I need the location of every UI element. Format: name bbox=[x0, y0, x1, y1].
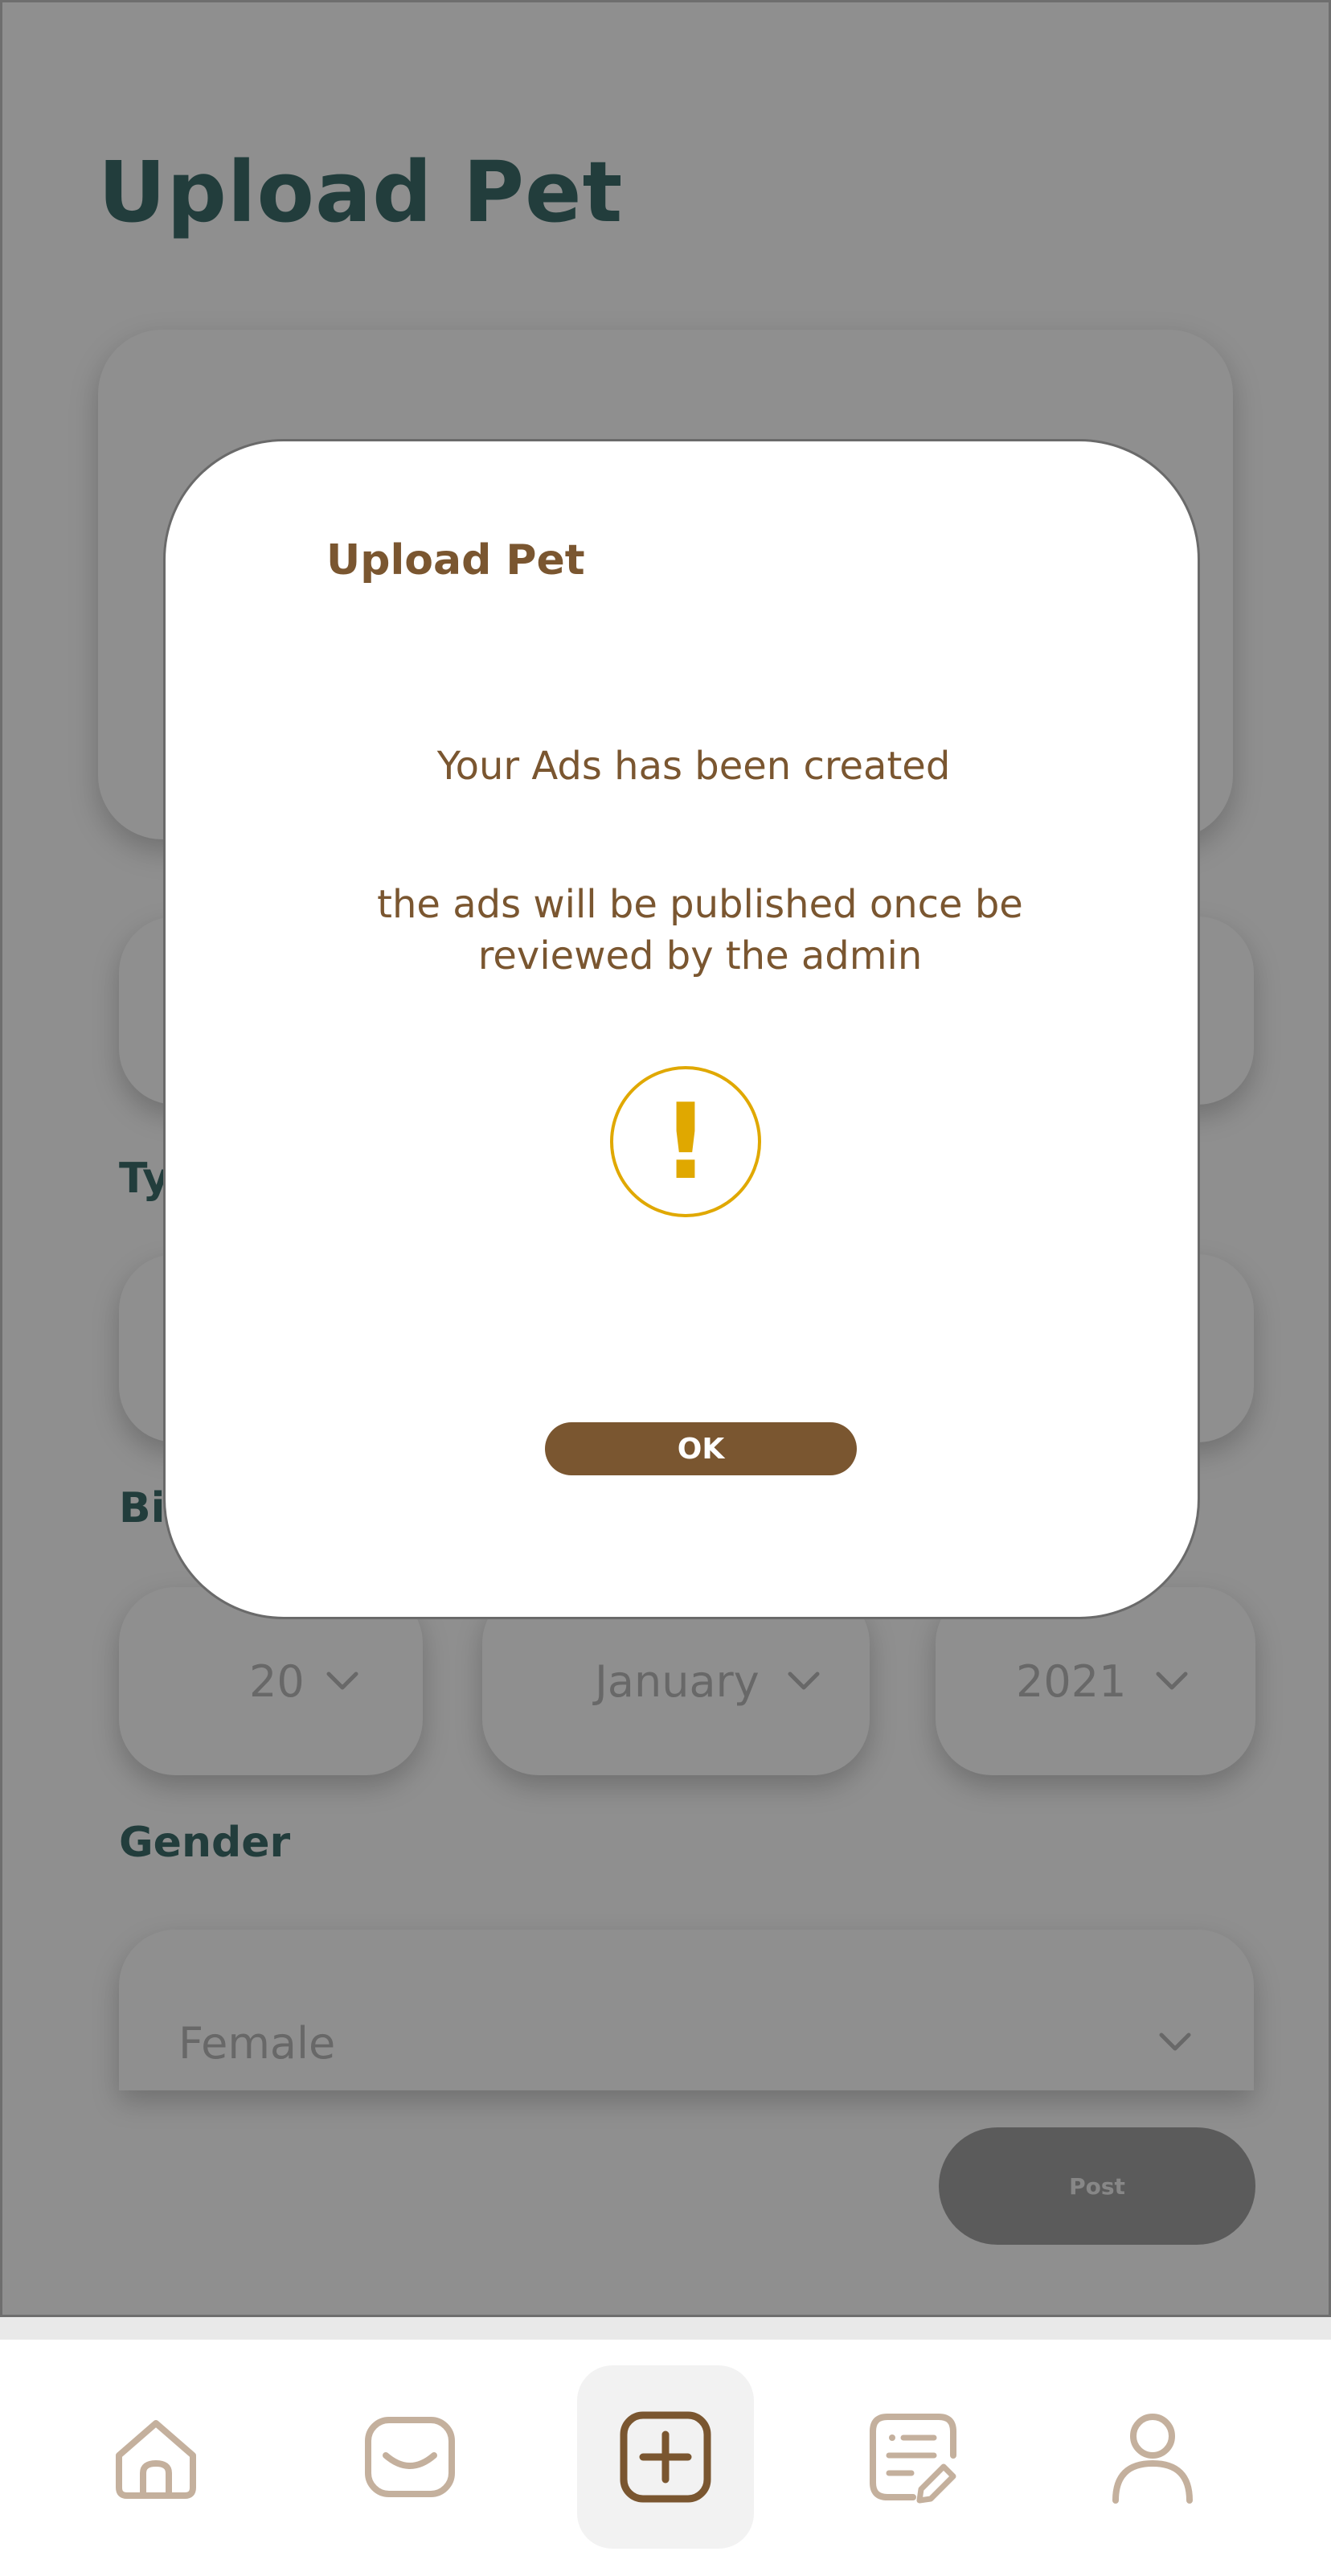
inbox-icon bbox=[365, 2417, 455, 2497]
add-square-icon bbox=[620, 2411, 711, 2503]
home-icon bbox=[116, 2420, 196, 2499]
upload-pet-screen: Upload Pet Ty Bi 20 January 2021 Gender … bbox=[0, 0, 1331, 2317]
nav-item-profile[interactable] bbox=[1064, 2365, 1241, 2549]
dialog-message-secondary: the ads will be published once be review… bbox=[377, 882, 1023, 978]
dialog-title: Upload Pet bbox=[326, 536, 585, 585]
nav-item-add[interactable] bbox=[577, 2365, 754, 2549]
warning-glyph: ! bbox=[661, 1081, 709, 1203]
warning-icon: ! bbox=[610, 1066, 761, 1217]
ok-button[interactable]: OK bbox=[545, 1422, 857, 1475]
nav-item-home[interactable] bbox=[68, 2365, 244, 2549]
bottom-navigation bbox=[0, 2317, 1331, 2576]
upload-success-dialog: Upload Pet Your Ads has been created the… bbox=[163, 439, 1200, 1619]
nav-item-listings[interactable] bbox=[825, 2365, 1001, 2549]
nav-item-inbox[interactable] bbox=[321, 2365, 498, 2549]
nav-divider bbox=[0, 2317, 1331, 2340]
dialog-message-primary: Your Ads has been created bbox=[436, 744, 951, 789]
listing-edit-icon bbox=[870, 2414, 956, 2504]
profile-icon bbox=[1112, 2414, 1193, 2504]
